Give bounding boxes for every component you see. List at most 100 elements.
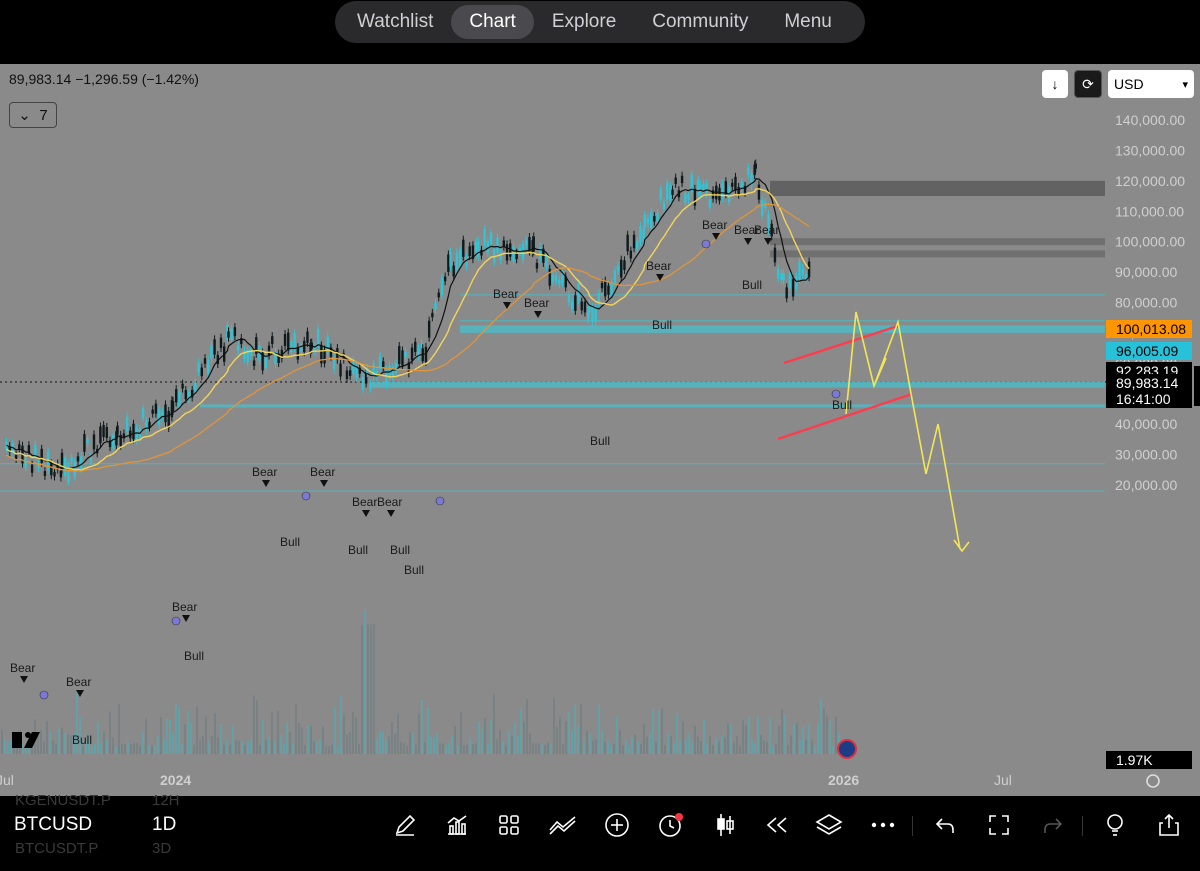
candle-body [468, 246, 471, 257]
bear-triangle [262, 480, 270, 487]
price-axis-tick: 90,000.00 [1115, 264, 1177, 280]
candle-body [702, 183, 705, 190]
signal-marker [435, 496, 445, 506]
nav-menu[interactable]: Menu [766, 5, 850, 39]
candle-body [693, 188, 697, 206]
candle-body [659, 189, 662, 200]
time-axis-tick: Jul [0, 772, 14, 788]
arrow-down-icon[interactable]: ↓ [1042, 70, 1068, 98]
settings-gear-icon [1146, 774, 1160, 788]
layout-grid-icon[interactable] [492, 808, 526, 842]
timeframe-select[interactable]: 1D [152, 814, 176, 836]
price-zone [370, 381, 1105, 388]
indicator-toggle[interactable]: ⌄ 7 [9, 102, 57, 128]
nav-explore[interactable]: Explore [534, 5, 634, 39]
tv-logo-part [25, 732, 31, 738]
candle-body [345, 370, 349, 380]
indicators-icon[interactable] [440, 808, 474, 842]
more-icon[interactable] [866, 808, 900, 842]
candle-body [401, 350, 404, 366]
candle-body [404, 351, 407, 358]
candle-body [76, 456, 80, 462]
bear-label: Bear [310, 465, 335, 479]
compare-icon[interactable] [546, 808, 580, 842]
pencil-icon[interactable] [388, 808, 422, 842]
candle-body [591, 306, 594, 322]
nav-chart[interactable]: Chart [451, 5, 534, 39]
currency-select[interactable]: USD ▾ [1108, 70, 1194, 98]
redo-icon[interactable] [1036, 808, 1070, 842]
candle-body [462, 239, 465, 257]
reset-scale-icon[interactable]: ⟳ [1074, 70, 1102, 98]
candle-body [489, 232, 493, 245]
price-axis-tick: 40,000.00 [1115, 416, 1177, 432]
candle-body [287, 332, 290, 351]
candle-body [785, 287, 788, 299]
ghost-timeframe-top: 12H [152, 792, 180, 809]
candle-body [737, 187, 740, 195]
candle-body [339, 363, 342, 377]
bull-label: Bull [652, 318, 672, 332]
replay-icon[interactable] [760, 808, 794, 842]
nav-community[interactable]: Community [634, 5, 766, 39]
chart-area[interactable]: Bear Bear Bear Bear Bear Bear Bear Bear Bear Bear… [0, 64, 1200, 796]
bear-triangle [656, 274, 664, 281]
bull-label: Bull [390, 543, 410, 557]
ghost-symbol-bottom[interactable]: BTCUSDT.P [15, 840, 98, 857]
candle-body [283, 334, 287, 347]
candle-body [480, 249, 483, 256]
candle-body [102, 424, 105, 438]
candle-body [705, 182, 708, 195]
candle-body [558, 279, 561, 285]
candle-body [620, 259, 623, 278]
nav-watchlist[interactable]: Watchlist [339, 5, 451, 39]
candle-body [43, 471, 47, 476]
candle-body [669, 185, 672, 201]
price-axis-tick: 80,000.00 [1115, 295, 1177, 311]
candle-body [674, 177, 677, 184]
candle-body [207, 360, 210, 374]
candle-body [164, 404, 167, 423]
candle-body [616, 266, 620, 271]
bear-label: Bear [493, 287, 518, 301]
candle-body [798, 261, 801, 280]
price-chart[interactable]: BearBearBearBear BearBear BearBearBearBear… [0, 64, 1200, 796]
candle-type-icon[interactable] [708, 808, 742, 842]
candle-body [394, 363, 398, 373]
candle-body [210, 345, 213, 359]
price-scale-handle [1194, 366, 1200, 406]
symbol-name[interactable]: BTCUSD [14, 814, 92, 836]
time-axis-tick: Jul [994, 772, 1012, 788]
share-icon[interactable] [1152, 808, 1186, 842]
candle-body [92, 434, 96, 450]
candle-body [734, 176, 737, 191]
price-zone [770, 180, 1105, 197]
divider [1082, 816, 1083, 836]
alert-clock-icon[interactable] [654, 808, 688, 842]
candle-body [271, 336, 274, 345]
projection-arrowhead [953, 539, 970, 553]
candle-body [496, 237, 499, 253]
signal-marker [39, 690, 49, 700]
candle-body [194, 382, 197, 393]
candle-body [795, 276, 798, 289]
candle-body [740, 182, 744, 189]
undo-icon[interactable] [928, 808, 962, 842]
layers-icon[interactable] [812, 808, 846, 842]
candle-body [656, 212, 659, 223]
bear-triangle [20, 676, 28, 683]
candle-body [567, 294, 571, 303]
candle-body [665, 182, 669, 200]
candle-body [607, 285, 610, 295]
candle-body [604, 280, 607, 297]
divider [912, 816, 913, 836]
candle-body [167, 410, 170, 428]
candle-body [554, 275, 558, 282]
tv-logo-icon [12, 732, 40, 748]
candle-body [348, 370, 352, 376]
idea-bulb-icon[interactable] [1098, 808, 1132, 842]
candle-body [171, 401, 175, 411]
ghost-symbol-top[interactable]: KGENUSDT.P [15, 792, 111, 809]
add-circle-icon[interactable] [600, 808, 634, 842]
fullscreen-icon[interactable] [982, 808, 1016, 842]
